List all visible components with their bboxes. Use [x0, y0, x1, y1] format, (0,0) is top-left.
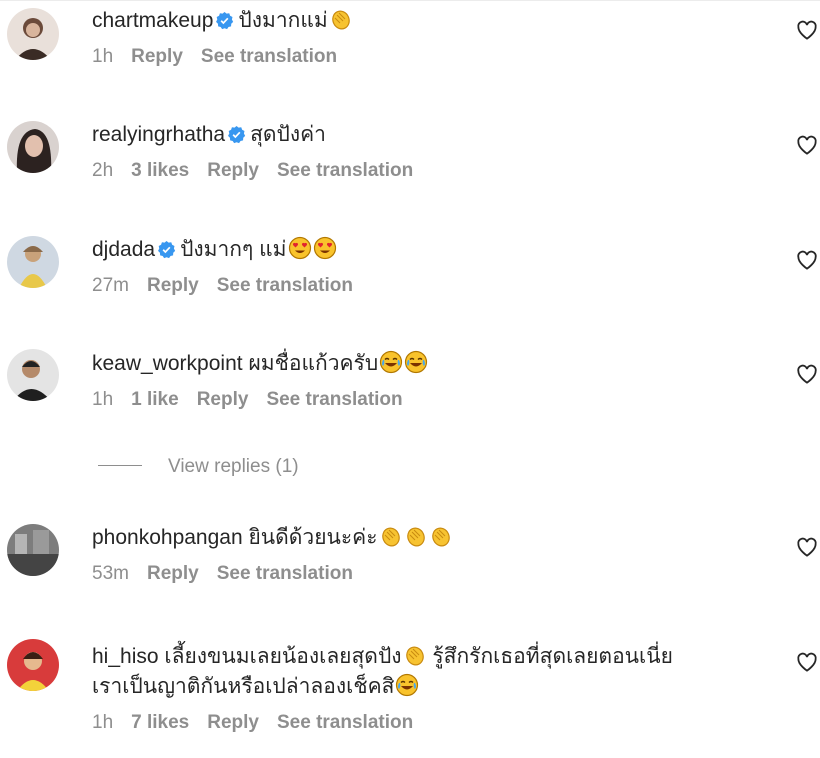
heart-eyes-emoji-icon — [313, 236, 336, 260]
heart-outline-icon[interactable] — [796, 20, 818, 40]
comment-username[interactable]: keaw_workpoint — [92, 352, 243, 375]
comment-text: ปังมากแม่ — [238, 9, 328, 32]
see-translation-link[interactable]: See translation — [266, 389, 402, 410]
see-translation-link[interactable]: See translation — [201, 46, 337, 67]
heart-eyes-emoji-icon — [288, 236, 311, 260]
laugh-cry-emoji-icon — [405, 350, 428, 374]
comment-time: 1h — [92, 712, 114, 733]
avatar[interactable] — [7, 639, 59, 691]
comment-time: 53m — [92, 563, 129, 584]
view-replies-button[interactable]: View replies (1) — [98, 456, 299, 478]
verified-badge-icon — [228, 125, 246, 144]
likes-count[interactable]: 3 likes — [131, 160, 189, 181]
heart-outline-icon[interactable] — [796, 250, 818, 270]
see-translation-link[interactable]: See translation — [277, 160, 413, 181]
reply-button[interactable]: Reply — [131, 46, 183, 67]
comment-username[interactable]: phonkohpangan — [92, 526, 243, 549]
avatar[interactable] — [7, 8, 59, 60]
heart-outline-icon[interactable] — [796, 364, 818, 384]
comment-text: ผมชื่อแก้วครับ — [248, 352, 379, 375]
clap-emoji-icon — [431, 527, 450, 547]
reply-button[interactable]: Reply — [147, 563, 199, 584]
replies-divider — [98, 465, 142, 466]
see-translation-link[interactable]: See translation — [277, 712, 413, 733]
clap-emoji-icon — [331, 10, 350, 30]
clap-emoji-icon — [405, 646, 424, 666]
verified-badge-icon — [158, 240, 176, 259]
comment-username[interactable]: djdada — [92, 238, 155, 261]
avatar[interactable] — [7, 121, 59, 173]
avatar[interactable] — [7, 236, 59, 288]
reply-button[interactable]: Reply — [207, 160, 259, 181]
comment-username[interactable]: realyingrhatha — [92, 123, 225, 146]
clap-emoji-icon — [406, 527, 425, 547]
laugh-cry-emoji-icon — [380, 350, 403, 374]
comment-username[interactable]: chartmakeup — [92, 9, 213, 32]
comment-text: สุดปังค่า — [250, 123, 326, 146]
avatar[interactable] — [7, 524, 59, 576]
reply-button[interactable]: Reply — [147, 275, 199, 296]
comment-text-continued: รู้สึกรักเธอที่สุดเลยตอนเนี่ย — [432, 645, 673, 668]
comment-time: 1h — [92, 46, 114, 67]
comment-time: 1h — [92, 389, 114, 410]
reply-button[interactable]: Reply — [207, 712, 259, 733]
likes-count[interactable]: 1 like — [131, 389, 179, 410]
clap-emoji-icon — [381, 527, 400, 547]
avatar[interactable] — [7, 349, 59, 401]
heart-outline-icon[interactable] — [796, 537, 818, 557]
view-replies-label: View replies (1) — [168, 456, 299, 477]
comment-text: ปังมากๆ แม่ — [180, 238, 287, 261]
laugh-cry-emoji-icon — [396, 673, 419, 697]
verified-badge-icon — [216, 11, 234, 30]
heart-outline-icon[interactable] — [796, 135, 818, 155]
comment-text: ยินดีด้วยนะค่ะ — [248, 526, 378, 549]
top-divider — [0, 0, 820, 1]
comment-username[interactable]: hi_hiso — [92, 645, 159, 668]
comment-time: 2h — [92, 160, 114, 181]
reply-button[interactable]: Reply — [197, 389, 249, 410]
see-translation-link[interactable]: See translation — [217, 563, 353, 584]
see-translation-link[interactable]: See translation — [217, 275, 353, 296]
comment-time: 27m — [92, 275, 129, 296]
heart-outline-icon[interactable] — [796, 652, 818, 672]
comment-text-line2: เราเป็นญาติกันหรือเปล่าลองเช็คสิ — [92, 675, 395, 698]
likes-count[interactable]: 7 likes — [131, 712, 189, 733]
comment-text: เลี้ยงขนมเลยน้องเลยสุดปัง — [164, 645, 402, 668]
